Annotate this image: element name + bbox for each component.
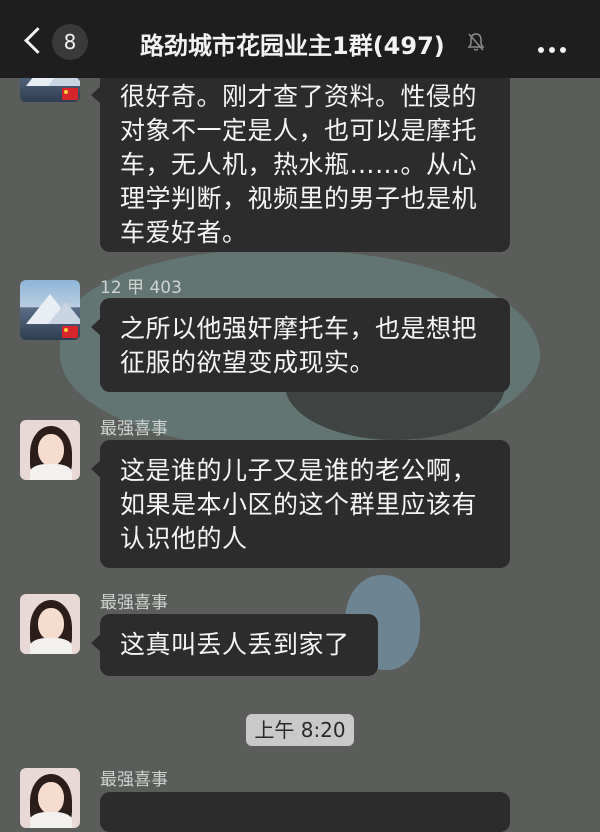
- timestamp: 上午 8:20: [246, 714, 354, 746]
- message-line: 对象不一定是人，也可以是摩托: [120, 116, 478, 145]
- message-line: 这是谁的儿子又是谁的老公啊，: [120, 456, 478, 485]
- message-line: 征服的欲望变成现实。: [120, 348, 376, 377]
- message-bubble[interactable]: 这真叫丢人丢到家了: [91, 614, 378, 676]
- message-bubble[interactable]: 之所以他强奸摩托车，也是想把 征服的欲望变成现实。: [91, 298, 510, 392]
- unread-count-badge: 8: [52, 24, 88, 60]
- message-bubble[interactable]: [100, 792, 510, 832]
- message-line: 如果是本小区的这个群里应该有: [120, 490, 478, 519]
- sender-name: 12 甲 403: [100, 278, 182, 298]
- message-line: 这真叫丢人丢到家了: [120, 630, 350, 659]
- message-line: 认识他的人: [120, 524, 248, 553]
- more-dots-icon: [549, 47, 555, 53]
- more-options-button[interactable]: [538, 38, 572, 53]
- avatar[interactable]: [20, 280, 80, 340]
- flag-icon: [62, 326, 78, 338]
- avatar[interactable]: [20, 420, 80, 480]
- more-dots-icon: [538, 47, 544, 53]
- message-bubble[interactable]: 很好奇。刚才查了资料。性侵的 对象不一定是人，也可以是摩托 车，无人机，热水瓶……: [91, 66, 510, 252]
- avatar[interactable]: [20, 768, 80, 828]
- message-line: 理学判断，视频里的男子也是机: [120, 184, 478, 213]
- chevron-left-icon: [24, 27, 51, 54]
- sender-name: 最强喜事: [100, 770, 168, 790]
- message-line: 车，无人机，热水瓶……。从心: [120, 150, 478, 179]
- message-line: 之所以他强奸摩托车，也是想把: [120, 314, 478, 343]
- flag-icon: [62, 88, 78, 100]
- sender-name: 最强喜事: [100, 419, 168, 439]
- chat-title: 路劲城市花园业主1群(497): [140, 32, 445, 60]
- message-line: 很好奇。刚才查了资料。性侵的: [120, 82, 478, 111]
- message-bubble[interactable]: 这是谁的儿子又是谁的老公啊， 如果是本小区的这个群里应该有 认识他的人: [91, 440, 510, 568]
- more-dots-icon: [560, 47, 566, 53]
- back-button[interactable]: 8: [22, 24, 88, 60]
- chat-header: 8 路劲城市花园业主1群(497): [0, 0, 600, 78]
- message-line: 车爱好者。: [120, 218, 248, 247]
- avatar[interactable]: [20, 594, 80, 654]
- sender-name: 最强喜事: [100, 593, 168, 613]
- mute-bell-icon: [467, 33, 485, 51]
